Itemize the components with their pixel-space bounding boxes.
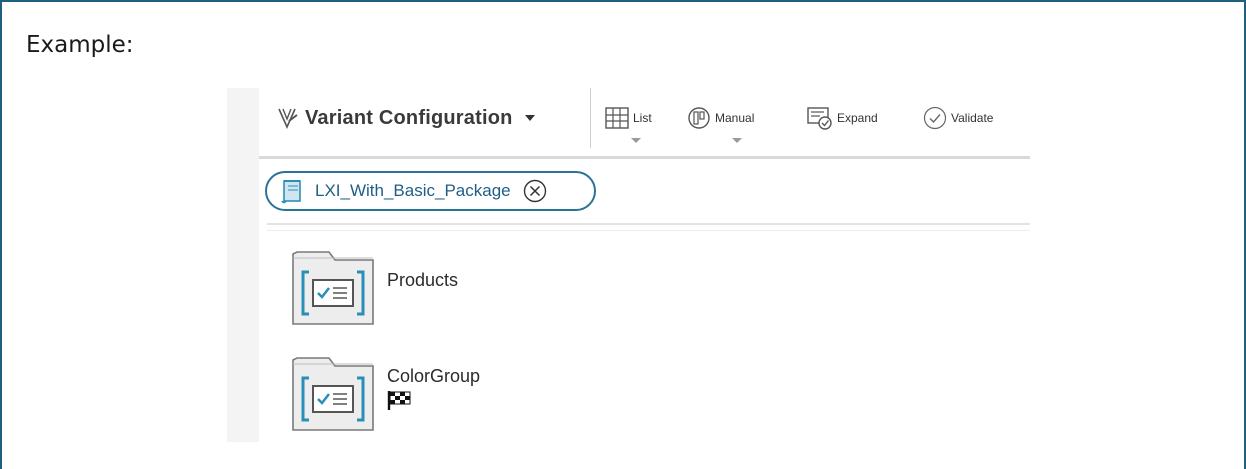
tree-item-colorgroup[interactable]: ColorGroup [291, 352, 791, 432]
option-family-folder-icon [292, 251, 374, 325]
variant-configuration-label: Variant Configuration [305, 106, 513, 129]
close-circle-icon[interactable] [523, 179, 547, 203]
section-divider-secondary [267, 230, 1030, 231]
filter-chip[interactable]: LXI_With_Basic_Package [265, 171, 596, 211]
chevron-down-icon[interactable] [524, 115, 535, 121]
variant-configuration-button[interactable]: Variant Configuration [277, 104, 535, 132]
grid-icon [605, 107, 629, 129]
scroll-document-icon [281, 180, 301, 204]
variant-configuration-icon [278, 108, 298, 129]
left-margin-strip [227, 88, 259, 442]
tree-item-label: ColorGroup [387, 366, 481, 386]
checkmark-circle-icon [923, 106, 947, 130]
list-dropdown-arrow[interactable] [631, 138, 641, 143]
expand-label: Expand [837, 111, 878, 125]
checkered-flag-icon [387, 391, 411, 410]
option-family-folder-icon [292, 357, 374, 431]
manual-label: Manual [715, 111, 755, 125]
list-button[interactable]: List [605, 106, 652, 130]
manual-mode-icon [688, 107, 710, 129]
filter-chip-label: LXI_With_Basic_Package [315, 181, 511, 200]
validate-button[interactable]: Validate [923, 106, 993, 130]
tree-item-products[interactable]: Products [291, 246, 791, 326]
embedded-screenshot: Variant Configuration List Manual Expand… [227, 88, 1030, 442]
section-divider [267, 223, 1030, 225]
list-label: List [633, 111, 652, 125]
manual-dropdown-arrow[interactable] [732, 138, 742, 143]
tree-item-label: Products [387, 270, 459, 290]
validate-label: Validate [951, 111, 994, 125]
toolbar-divider [259, 156, 1030, 159]
expand-button[interactable]: Expand [807, 106, 878, 130]
manual-button[interactable]: Manual [687, 106, 754, 130]
toolbar: Variant Configuration List Manual Expand… [259, 88, 1030, 156]
expand-icon [807, 107, 832, 130]
toolbar-separator [590, 88, 591, 148]
example-caption: Example: [26, 32, 134, 58]
